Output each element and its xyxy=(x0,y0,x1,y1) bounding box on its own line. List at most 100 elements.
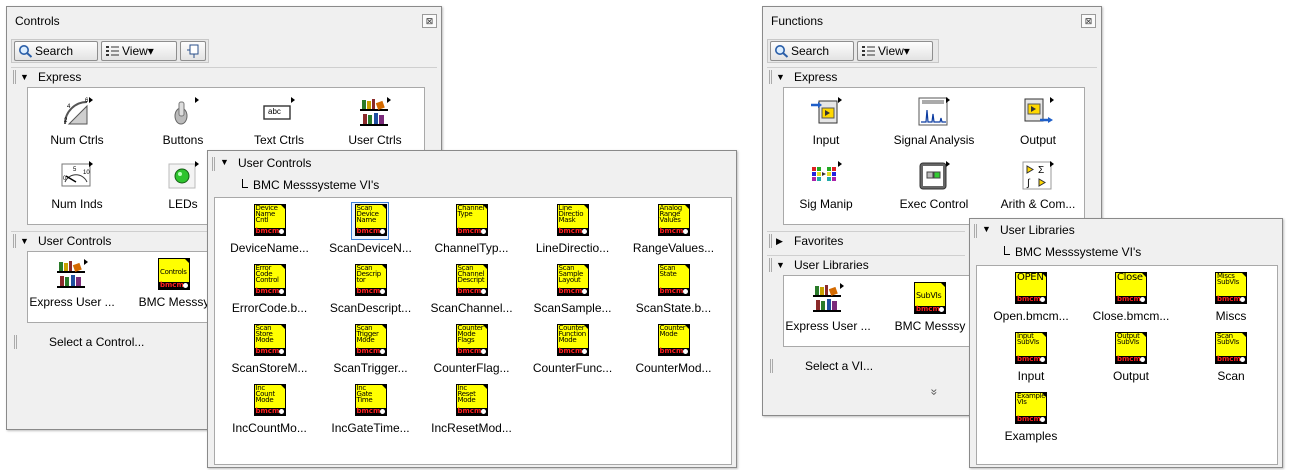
user-controls-popup-item-scanstate-b[interactable]: Scan State bmcm ScanState.b... xyxy=(627,264,720,316)
view-button[interactable]: View▾ xyxy=(101,41,177,61)
bmcm-vi-icon: Channel Type bmcm xyxy=(455,204,488,236)
bmcm-folder-icon: Controls bmcm xyxy=(158,258,190,290)
user-ctrls-item[interactable]: User Ctrls xyxy=(334,96,416,148)
user-controls-popup-item-rangevalues[interactable]: Analog Range Values bmcm RangeValues... xyxy=(627,204,720,256)
more-chevron-icon[interactable]: » xyxy=(927,389,941,396)
item-label: ScanTrigger... xyxy=(333,361,408,375)
bookshelf-icon xyxy=(813,283,844,312)
user-controls-popup-item-scanchannel[interactable]: Scan Channel Descript bmcm ScanChannel... xyxy=(425,264,518,316)
user-libraries-popup-item-examples[interactable]: Example VIs bmcm Examples xyxy=(985,392,1077,444)
bmcm-vi-icon: Example VIs bmcm xyxy=(1015,392,1047,424)
arithmetic-icon: Σ∫ xyxy=(1022,161,1054,190)
bmc-messsysteme-item[interactable]: SubVIs bmcm BMC Messsy xyxy=(890,282,970,334)
num-inds-item[interactable]: 0 5 10 Num Inds xyxy=(36,160,118,212)
bmcm-vi-icon: Inc Count Mode bmcm xyxy=(253,384,286,416)
expanded-triangle-icon: ▼ xyxy=(776,72,785,82)
view-list-icon xyxy=(862,46,875,56)
bmcm-vi-icon: Scan SubVIs bmcm xyxy=(1215,332,1247,364)
num-ctrls-item[interactable]: 246 Num Ctrls xyxy=(36,96,118,148)
user-libraries-popup-item-close-bmcm[interactable]: Close bmcm Close.bmcm... xyxy=(1085,272,1177,324)
functions-express-section[interactable]: ▼ Express xyxy=(767,67,1097,85)
user-controls-popup-item-scanstorem[interactable]: Scan Store Mode bmcm ScanStoreM... xyxy=(223,324,316,376)
bmcm-vi-icon: Scan Trigger Mode bmcm xyxy=(354,324,387,356)
item-label: IncResetMod... xyxy=(431,421,512,435)
input-item[interactable]: Input xyxy=(786,96,866,148)
search-button[interactable]: Search xyxy=(770,41,854,61)
user-controls-popup-item-inccountmo[interactable]: Inc Count Mode bmcm IncCountMo... xyxy=(223,384,316,436)
express-user-item[interactable]: Express User ... xyxy=(29,258,115,310)
express-user-item[interactable]: Express User ... xyxy=(785,282,871,334)
signal-analysis-item[interactable]: Signal Analysis xyxy=(890,96,978,148)
user-libraries-popup-item-open-bmcm[interactable]: OPEN bmcm Open.bmcm... xyxy=(985,272,1077,324)
buttons-item[interactable]: Buttons xyxy=(142,96,224,148)
search-icon xyxy=(775,45,789,58)
item-label: ScanState.b... xyxy=(635,301,712,315)
close-icon[interactable]: ⊠ xyxy=(1081,14,1096,28)
view-button[interactable]: View▾ xyxy=(857,41,933,61)
item-label: Close.bmcm... xyxy=(1092,309,1170,323)
user-controls-popup-item-counterflag[interactable]: Counter Mode Flags bmcm CounterFlag... xyxy=(425,324,518,376)
view-button-label: View▾ xyxy=(122,44,154,58)
functions-user-libraries-section[interactable]: ▼ User Libraries xyxy=(767,255,965,273)
item-label: ScanDescript... xyxy=(329,301,412,315)
user-libraries-popup-item-output[interactable]: Output SubVIs bmcm Output xyxy=(1085,332,1177,384)
user-controls-popup-item-errorcode-b[interactable]: Error Code Control bmcm ErrorCode.b... xyxy=(223,264,316,316)
user-controls-popup-item-scandevicen[interactable]: Scan Device Name bmcm ScanDeviceN... xyxy=(324,204,417,256)
pin-palette-button[interactable] xyxy=(180,41,206,61)
user-controls-popup-item-linedirectio[interactable]: Line Directio Mask bmcm LineDirectio... xyxy=(526,204,619,256)
expanded-triangle-icon: ▼ xyxy=(20,236,29,246)
arith-comparison-item[interactable]: Σ ∫ Arith & Com... xyxy=(994,160,1082,212)
pin-icon xyxy=(187,44,199,58)
search-icon xyxy=(19,45,33,58)
user-controls-popup-item-scantrigger[interactable]: Scan Trigger Mode bmcm ScanTrigger... xyxy=(324,324,417,376)
item-label: Scan xyxy=(1217,369,1245,383)
user-controls-popup-item-countermod[interactable]: Counter Mode bmcm CounterMod... xyxy=(627,324,720,376)
svg-text:6: 6 xyxy=(85,98,89,104)
user-controls-popup-item-channeltyp[interactable]: Channel Type bmcm ChannelTyp... xyxy=(425,204,518,256)
user-controls-popup-palette: Device Name Cntl bmcm DeviceName... Scan De… xyxy=(214,197,732,465)
user-controls-popup-item-incgatetime[interactable]: Inc Gate Time bmcm IncGateTime... xyxy=(324,384,417,436)
numeric-dial-icon: 246 xyxy=(64,97,93,125)
user-controls-popup-item-devicename[interactable]: Device Name Cntl bmcm DeviceName... xyxy=(223,204,316,256)
exec-control-item[interactable]: Exec Control xyxy=(890,160,978,212)
sig-manip-item[interactable]: Sig Manip xyxy=(786,160,866,212)
user-libraries-popup-item-miscs[interactable]: Miscs SubVIs bmcm Miscs xyxy=(1185,272,1277,324)
search-button[interactable]: Search xyxy=(14,41,98,61)
controls-user-controls-section[interactable]: ▼ User Controls xyxy=(11,231,209,249)
user-controls-popup-item-scansample[interactable]: Scan Sample Layout bmcm ScanSample... xyxy=(526,264,619,316)
bmcm-folder-icon: SubVIs bmcm xyxy=(914,282,946,314)
svg-text:2: 2 xyxy=(64,118,68,124)
user-libraries-popup-subheader: BMC Messsysteme VI's xyxy=(1004,245,1141,259)
user-libraries-popup: ▼ User Libraries BMC Messsysteme VI's OP… xyxy=(969,218,1283,468)
user-libraries-popup-item-scan[interactable]: Scan SubVIs bmcm Scan xyxy=(1185,332,1277,384)
user-libraries-popup-header: User Libraries xyxy=(1000,223,1075,237)
user-controls-popup-item-scandescript[interactable]: Scan Descrip tor bmcm ScanDescript... xyxy=(324,264,417,316)
bmcm-vi-icon: Miscs SubVIs bmcm xyxy=(1215,272,1247,304)
item-label: Examples xyxy=(1004,429,1058,443)
user-libraries-popup-item-input[interactable]: Input SubVIs bmcm Input xyxy=(985,332,1077,384)
signal-manipulation-icon xyxy=(812,161,842,181)
exec-control-icon xyxy=(919,161,950,190)
bmcm-vi-icon: Line Directio Mask bmcm xyxy=(556,204,589,236)
controls-status-text: Select a Control... xyxy=(49,335,145,349)
item-label: ScanStoreM... xyxy=(231,361,308,375)
output-item[interactable]: Output xyxy=(998,96,1078,148)
gauge-icon: 05 10 xyxy=(61,161,93,187)
item-label: IncGateTime... xyxy=(331,421,410,435)
express-input-icon xyxy=(811,97,842,124)
user-controls-popup-item-counterfunc[interactable]: Counter Function Mode bmcm CounterFunc... xyxy=(526,324,619,376)
item-label: ScanDeviceN... xyxy=(329,241,412,255)
controls-express-section[interactable]: ▼ Express xyxy=(11,67,437,85)
search-button-label: Search xyxy=(35,44,74,58)
user-controls-popup-item-incresetmod[interactable]: Inc Reset Mode bmcm IncResetMod... xyxy=(425,384,518,436)
text-ctrls-item[interactable]: abc Text Ctrls xyxy=(238,96,320,148)
item-label: CounterFunc... xyxy=(532,361,613,375)
bmc-messsysteme-item[interactable]: Controls bmcm BMC Messsy xyxy=(134,258,214,310)
functions-favorites-section[interactable]: ▶ Favorites xyxy=(767,231,965,249)
bmcm-vi-icon: Counter Mode Flags bmcm xyxy=(455,324,488,356)
close-icon[interactable]: ⊠ xyxy=(422,14,437,28)
bmcm-vi-icon: Scan State bmcm xyxy=(657,264,690,296)
item-label: DeviceName... xyxy=(230,241,309,255)
bmcm-vi-icon: Output SubVIs bmcm xyxy=(1115,332,1147,364)
text-ctrl-icon-text: abc xyxy=(268,107,281,116)
